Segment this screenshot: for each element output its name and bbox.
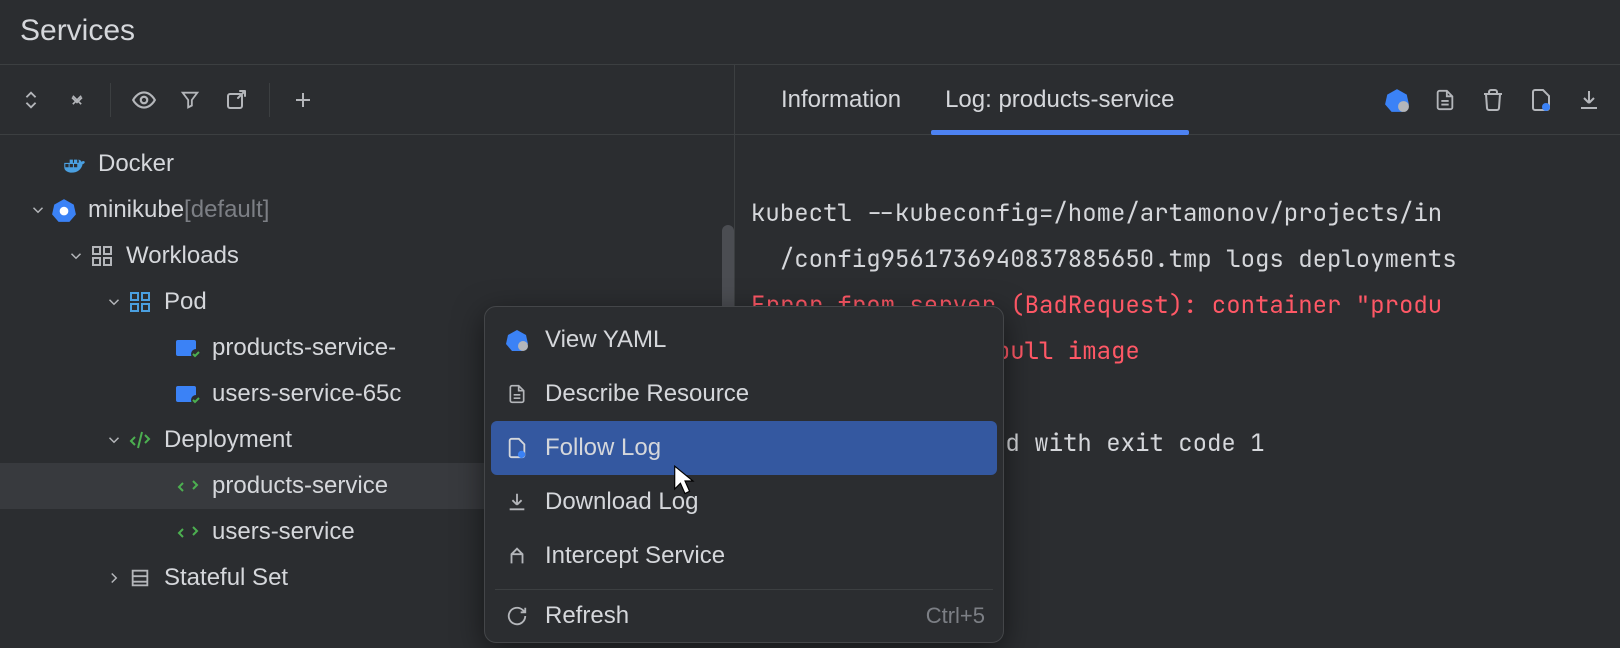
console-line: kubectl --kubeconfig=/home/artamonov/pro… (751, 198, 1442, 229)
menu-shortcut: Ctrl+5 (926, 603, 985, 629)
deployment-icon (174, 518, 202, 546)
pod-group-icon (126, 288, 154, 316)
tree-node-docker[interactable]: Docker (0, 141, 734, 187)
pod-icon (174, 380, 202, 408)
deployment-icon (174, 472, 202, 500)
download-icon (503, 488, 531, 516)
kubernetes-settings-icon[interactable] (1376, 79, 1418, 121)
kubernetes-icon (503, 326, 531, 354)
show-icon[interactable] (123, 79, 165, 121)
filter-icon[interactable] (169, 79, 211, 121)
statefulset-icon (126, 564, 154, 592)
tree-label: Pod (164, 288, 207, 316)
chevron-down-icon (26, 198, 50, 222)
tree-label: users-service (212, 518, 355, 546)
menu-label: Follow Log (545, 434, 661, 462)
log-settings-icon[interactable] (1520, 79, 1562, 121)
tree-label: products-service- (212, 334, 396, 362)
menu-label: View YAML (545, 326, 666, 354)
docker-icon (60, 150, 88, 178)
menu-intercept-service[interactable]: Intercept Service (491, 529, 997, 583)
intercept-icon (503, 542, 531, 570)
menu-label: Intercept Service (545, 542, 725, 570)
tree-label: Workloads (126, 242, 239, 270)
add-icon[interactable] (282, 79, 324, 121)
tree-label: users-service-65c (212, 380, 401, 408)
tree-toolbar (0, 65, 734, 135)
delete-icon[interactable] (1472, 79, 1514, 121)
tree-suffix: [default] (184, 196, 269, 224)
panel-title: Services (0, 0, 1620, 64)
deployment-group-icon (126, 426, 154, 454)
tree-label: Docker (98, 150, 174, 178)
chevron-down-icon (64, 244, 88, 268)
close-icon[interactable] (56, 79, 98, 121)
chevron-right-icon (102, 566, 126, 590)
menu-label: Describe Resource (545, 380, 749, 408)
context-menu: View YAML Describe Resource Follow Log D… (484, 306, 1004, 643)
open-new-icon[interactable] (215, 79, 257, 121)
expand-collapse-icon[interactable] (10, 79, 52, 121)
log-icon (503, 434, 531, 462)
menu-separator (495, 589, 993, 590)
kubernetes-icon (50, 196, 78, 224)
mouse-cursor-icon (672, 465, 698, 503)
tree-label: products-service (212, 472, 388, 500)
menu-refresh[interactable]: Refresh Ctrl+5 (491, 596, 997, 636)
document-icon (503, 380, 531, 408)
document-icon[interactable] (1424, 79, 1466, 121)
menu-follow-log[interactable]: Follow Log (491, 421, 997, 475)
menu-label: Refresh (545, 602, 629, 630)
tree-node-workloads[interactable]: Workloads (0, 233, 734, 279)
menu-view-yaml[interactable]: View YAML (491, 313, 997, 367)
download-icon[interactable] (1568, 79, 1610, 121)
tree-node-minikube[interactable]: minikube [default] (0, 187, 734, 233)
pod-icon (174, 334, 202, 362)
chevron-down-icon (102, 428, 126, 452)
menu-describe-resource[interactable]: Describe Resource (491, 367, 997, 421)
tab-actions (1376, 65, 1620, 134)
grid-icon (88, 242, 116, 270)
console-line: /config9561736940837885650.tmp logs depl… (751, 244, 1457, 275)
detail-tabs: Information Log: products-service (735, 65, 1620, 135)
menu-download-log[interactable]: Download Log (491, 475, 997, 529)
refresh-icon (503, 602, 531, 630)
tab-information[interactable]: Information (759, 65, 923, 134)
tab-log[interactable]: Log: products-service (923, 65, 1196, 134)
tree-label: Stateful Set (164, 564, 288, 592)
tree-label: minikube (88, 196, 184, 224)
tree-label: Deployment (164, 426, 292, 454)
chevron-down-icon (102, 290, 126, 314)
